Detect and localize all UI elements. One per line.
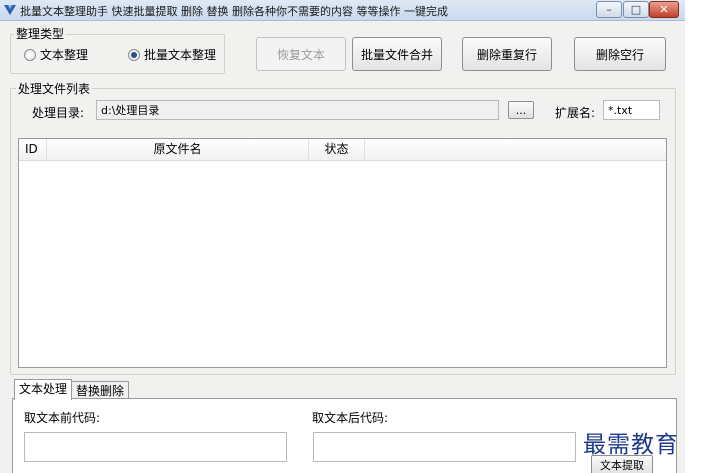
title-bar: 批量文本整理助手 快速批量提取 删除 替换 删除各种你不需要的内容 等等操作 一… — [0, 0, 685, 21]
column-header-status[interactable]: 状态 — [309, 139, 365, 160]
after-code-label: 取文本后代码: — [312, 411, 389, 425]
dir-label: 处理目录: — [32, 106, 85, 120]
app-icon — [4, 5, 16, 15]
batch-merge-button[interactable]: 批量文件合并 — [352, 37, 442, 71]
column-header-filename[interactable]: 原文件名 — [47, 139, 309, 160]
restore-text-button[interactable]: 恢复文本 — [256, 37, 346, 71]
column-header-id[interactable]: ID — [19, 139, 47, 160]
maximize-button[interactable]: □ — [623, 1, 649, 18]
minimize-icon: – — [606, 3, 612, 16]
app-window: 批量文本整理助手 快速批量提取 删除 替换 删除各种你不需要的内容 等等操作 一… — [0, 0, 685, 473]
after-code-input[interactable] — [313, 432, 576, 462]
before-code-label: 取文本前代码: — [24, 411, 101, 425]
before-code-input[interactable] — [24, 432, 287, 462]
close-button[interactable]: ✕ — [649, 1, 679, 18]
ext-input[interactable] — [603, 100, 660, 120]
file-list-view[interactable]: ID 原文件名 状态 — [18, 138, 667, 368]
radio-unchecked-icon — [24, 48, 36, 61]
radio-label: 文本整理 — [40, 48, 89, 62]
dir-input[interactable] — [96, 100, 499, 120]
radio-label: 批量文本整理 — [144, 48, 217, 62]
organize-type-label: 整理类型 — [14, 25, 67, 42]
file-list-label: 处理文件列表 — [16, 80, 93, 97]
watermark-text: 最需教育 — [583, 432, 679, 458]
maximize-icon: □ — [630, 3, 642, 16]
remove-duplicate-lines-button[interactable]: 删除重复行 — [462, 37, 552, 71]
ext-label: 扩展名: — [555, 106, 596, 120]
close-icon: ✕ — [659, 3, 669, 16]
radio-text-organize[interactable]: 文本整理 — [24, 46, 88, 63]
list-header: ID 原文件名 状态 — [19, 139, 666, 161]
tab-text-processing[interactable]: 文本处理 — [14, 379, 73, 400]
window-title: 批量文本整理助手 快速批量提取 删除 替换 删除各种你不需要的内容 等等操作 一… — [20, 5, 448, 18]
radio-batch-organize[interactable]: 批量文本整理 — [128, 46, 216, 63]
minimize-button[interactable]: – — [596, 1, 622, 18]
remove-blank-lines-button[interactable]: 删除空行 — [574, 37, 666, 71]
radio-checked-icon — [128, 48, 140, 61]
browse-button[interactable]: ... — [508, 101, 534, 119]
